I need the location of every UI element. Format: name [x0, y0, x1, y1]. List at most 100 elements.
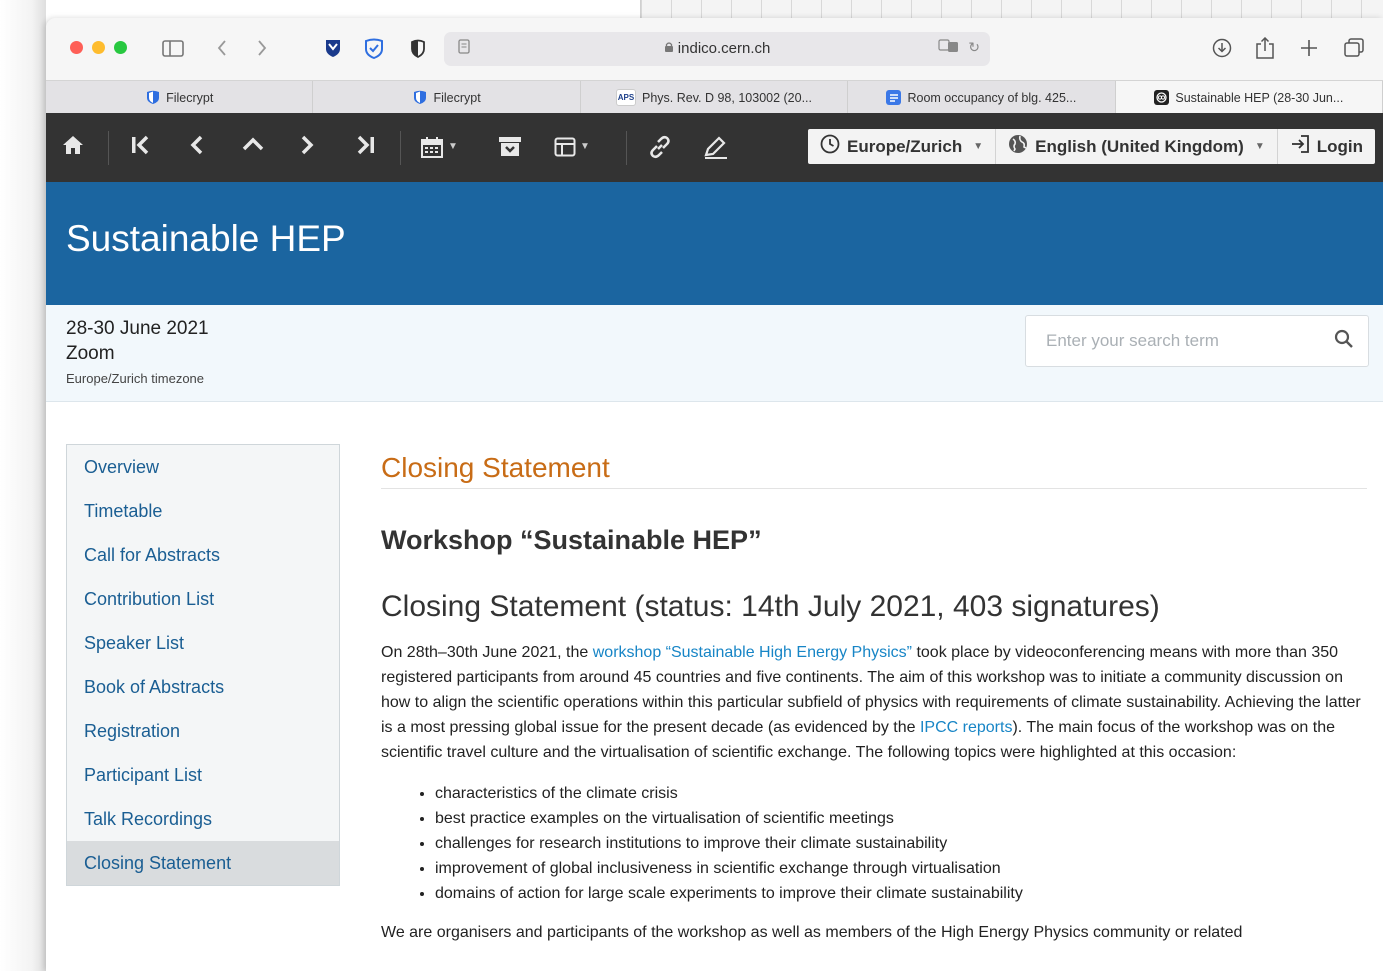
privacy-shield-icon[interactable]	[410, 35, 426, 61]
tab-label: Filecrypt	[433, 90, 481, 105]
shield-icon	[145, 90, 160, 105]
topics-list: characteristics of the climate crisis be…	[381, 781, 1367, 906]
sidebar-item-contribution-list[interactable]: Contribution List	[67, 577, 339, 621]
aps-icon: APS	[616, 89, 636, 106]
sidebar-item-closing-statement[interactable]: Closing Statement	[67, 841, 339, 885]
sidebar-item-label: Call for Abstracts	[84, 544, 221, 565]
workshop-heading: Workshop “Sustainable HEP”	[381, 525, 762, 555]
calendar-icon[interactable]: ▼	[420, 135, 458, 159]
shield-icon	[412, 90, 427, 105]
translate-icon[interactable]	[938, 39, 960, 56]
tab-bar: Filecrypt Filecrypt APS Phys. Rev. D 98,…	[46, 80, 1383, 114]
browser-tab[interactable]: Room occupancy of blg. 425...	[848, 81, 1116, 114]
address-bar[interactable]: indico.cern.ch ↻	[444, 32, 990, 66]
event-title[interactable]: Sustainable HEP	[66, 218, 346, 260]
sidebar-item-overview[interactable]: Overview	[67, 445, 339, 489]
bitwarden-extension-icon[interactable]	[324, 35, 342, 61]
sidebar-item-speaker-list[interactable]: Speaker List	[67, 621, 339, 665]
sidebar-item-label: Registration	[84, 720, 181, 741]
tab-label: Phys. Rev. D 98, 103002 (20...	[642, 90, 813, 105]
share-icon[interactable]	[1256, 35, 1274, 61]
back-icon[interactable]	[216, 35, 228, 61]
tab-overview-icon[interactable]	[1344, 35, 1364, 61]
ipcc-reports-link[interactable]: IPCC reports	[920, 719, 1012, 736]
browser-tab[interactable]: Filecrypt	[46, 81, 314, 114]
forward-icon[interactable]	[256, 35, 268, 61]
sidebar-item-label: Book of Abstracts	[84, 676, 225, 697]
second-paragraph: We are organisers and participants of th…	[381, 924, 1243, 941]
sidebar-item-label: Contribution List	[84, 588, 215, 609]
shield-check-extension-icon[interactable]	[364, 35, 384, 61]
docs-icon	[886, 90, 902, 105]
sidebar-item-talk-recordings[interactable]: Talk Recordings	[67, 797, 339, 841]
event-subheader: 28-30 June 2021 Zoom Europe/Zurich timez…	[46, 305, 1383, 402]
url-text: indico.cern.ch	[677, 40, 771, 57]
search-input[interactable]	[1026, 316, 1328, 366]
sidebar-item-label: Participant List	[84, 764, 203, 785]
page-content: Closing Statement Workshop “Sustainable …	[381, 444, 1367, 945]
search-box	[1025, 315, 1369, 367]
close-window-button[interactable]	[70, 41, 83, 54]
desktop-edge	[0, 0, 46, 971]
sidebar-item-call-for-abstracts[interactable]: Call for Abstracts	[67, 533, 339, 577]
sidebar-item-label: Overview	[84, 456, 160, 477]
previous-event-icon[interactable]	[188, 135, 204, 155]
clock-icon	[820, 134, 840, 159]
list-item: best practice examples on the virtualisa…	[435, 806, 1367, 831]
first-event-icon[interactable]	[130, 135, 150, 155]
event-header: Sustainable HEP	[46, 182, 1383, 305]
page-title: Closing Statement	[381, 452, 1367, 489]
language-label: English (United Kingdom)	[1035, 136, 1244, 156]
up-category-icon[interactable]	[242, 135, 264, 151]
minimize-window-button[interactable]	[92, 41, 105, 54]
statement-heading: Closing Statement (status: 14th July 202…	[381, 590, 1160, 623]
tab-label: Sustainable HEP (28-30 Jun...	[1175, 90, 1344, 105]
last-event-icon[interactable]	[356, 135, 376, 155]
timezone-label: Europe/Zurich	[846, 136, 963, 156]
reload-icon[interactable]: ↻	[968, 39, 980, 56]
event-menu: Overview Timetable Call for Abstracts Co…	[66, 444, 340, 886]
downloads-icon[interactable]	[1212, 35, 1232, 61]
download-archive-icon[interactable]	[498, 135, 522, 157]
indico-icon	[1154, 90, 1170, 105]
chevron-down-icon: ▼	[973, 141, 984, 152]
workshop-link[interactable]: workshop “Sustainable High Energy Physic…	[593, 644, 912, 661]
lock-icon	[664, 40, 678, 57]
sidebar-item-book-of-abstracts[interactable]: Book of Abstracts	[67, 665, 339, 709]
link-icon[interactable]	[648, 135, 672, 159]
tab-label: Filecrypt	[166, 90, 214, 105]
background-window	[640, 0, 1383, 18]
sidebar-item-participant-list[interactable]: Participant List	[67, 753, 339, 797]
new-tab-icon[interactable]	[1300, 35, 1318, 61]
event-timezone: Europe/Zurich timezone	[66, 371, 205, 386]
session-controls: Europe/Zurich ▼ English (United Kingdom)…	[807, 129, 1375, 164]
home-icon[interactable]	[62, 135, 84, 155]
timezone-selector[interactable]: Europe/Zurich ▼	[808, 129, 997, 164]
globe-icon	[1008, 134, 1028, 159]
language-selector[interactable]: English (United Kingdom) ▼	[996, 129, 1278, 164]
search-icon[interactable]	[1334, 329, 1354, 355]
list-item: characteristics of the climate crisis	[435, 781, 1367, 806]
next-event-icon[interactable]	[300, 135, 316, 155]
login-label: Login	[1316, 136, 1363, 156]
sidebar-item-label: Closing Statement	[84, 852, 232, 873]
login-icon	[1290, 134, 1310, 159]
sidebar-item-label: Talk Recordings	[84, 808, 213, 829]
tab-label: Room occupancy of blg. 425...	[907, 90, 1077, 105]
edit-icon[interactable]	[702, 135, 728, 159]
browser-tab-active[interactable]: Sustainable HEP (28-30 Jun...	[1115, 81, 1383, 114]
chevron-down-icon: ▼	[1254, 141, 1265, 152]
intro-paragraph: On 28th–30th June 2021, the workshop “Su…	[381, 644, 1361, 761]
browser-tab[interactable]: APS Phys. Rev. D 98, 103002 (20...	[581, 81, 849, 114]
browser-window: indico.cern.ch ↻ Filecrypt Filecrypt APS…	[46, 18, 1383, 971]
zoom-window-button[interactable]	[114, 41, 127, 54]
sidebar-item-timetable[interactable]: Timetable	[67, 489, 339, 533]
sidebar-item-registration[interactable]: Registration	[67, 709, 339, 753]
list-item: challenges for research institutions to …	[435, 831, 1367, 856]
layout-icon[interactable]: ▼	[554, 135, 590, 159]
login-button[interactable]: Login	[1278, 129, 1375, 164]
sidebar-toggle-icon[interactable]	[162, 35, 184, 61]
sidebar-item-label: Timetable	[84, 500, 163, 521]
browser-tab[interactable]: Filecrypt	[313, 81, 581, 114]
list-item: improvement of global inclusiveness in s…	[435, 856, 1367, 881]
